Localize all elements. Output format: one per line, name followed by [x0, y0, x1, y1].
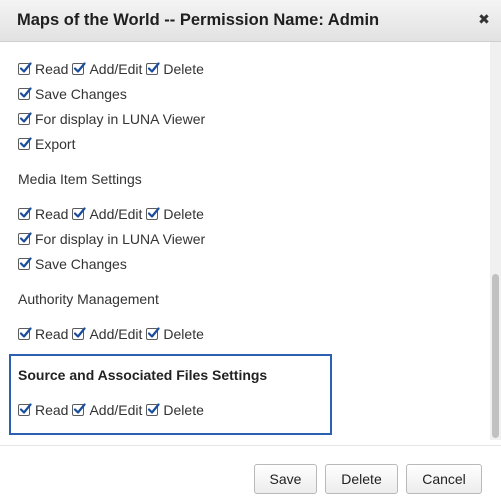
authority-add-edit-label: Add/Edit — [89, 326, 143, 342]
media-save-changes-option[interactable]: Save Changes — [18, 254, 127, 274]
source-read-label: Read — [35, 402, 69, 418]
authority-checkbox-row: Read Add/Edit Delete — [18, 324, 208, 344]
luna-viewer-checkbox[interactable] — [18, 112, 32, 125]
media-delete-option[interactable]: Delete — [146, 206, 204, 222]
source-read-option[interactable]: Read — [18, 402, 68, 418]
save-button[interactable]: Save — [254, 464, 317, 494]
delete-checkbox[interactable] — [146, 62, 161, 75]
delete-option[interactable]: Delete — [146, 61, 204, 77]
permissions-content: Read Add/Edit Delete Save Changes For di… — [0, 42, 490, 440]
media-read-option[interactable]: Read — [18, 206, 68, 222]
source-add-edit-label: Add/Edit — [89, 402, 143, 418]
authority-management-heading: Authority Management — [18, 291, 159, 307]
check-icon — [19, 137, 32, 148]
save-changes-option[interactable]: Save Changes — [18, 84, 127, 104]
authority-add-edit-option[interactable]: Add/Edit — [72, 326, 142, 342]
luna-viewer-label: For display in LUNA Viewer — [35, 111, 206, 127]
source-read-checkbox[interactable] — [18, 403, 32, 416]
read-checkbox[interactable] — [18, 62, 32, 75]
authority-read-checkbox[interactable] — [18, 327, 32, 340]
dialog-titlebar: Maps of the World -- Permission Name: Ad… — [0, 0, 501, 42]
add-edit-option[interactable]: Add/Edit — [72, 61, 142, 77]
add-edit-checkbox[interactable] — [72, 62, 87, 75]
luna-viewer-option[interactable]: For display in LUNA Viewer — [18, 109, 205, 129]
media-read-label: Read — [35, 206, 69, 222]
check-icon — [19, 257, 32, 268]
save-changes-label: Save Changes — [35, 86, 127, 102]
check-icon — [148, 62, 161, 73]
export-label: Export — [35, 136, 76, 152]
close-icon[interactable]: ✖ — [477, 12, 491, 28]
authority-read-option[interactable]: Read — [18, 326, 68, 342]
delete-label: Delete — [163, 61, 204, 77]
authority-read-label: Read — [35, 326, 69, 342]
dialog-title: Maps of the World -- Permission Name: Ad… — [17, 11, 380, 29]
vertical-scrollbar[interactable] — [490, 42, 501, 440]
source-delete-checkbox[interactable] — [146, 403, 161, 416]
scrollbar-thumb[interactable] — [492, 274, 499, 438]
authority-add-edit-checkbox[interactable] — [72, 327, 87, 340]
media-luna-viewer-label: For display in LUNA Viewer — [35, 231, 206, 247]
check-icon — [148, 207, 161, 218]
source-checkbox-row: Read Add/Edit Delete — [18, 400, 208, 420]
check-icon — [19, 403, 32, 414]
cancel-button[interactable]: Cancel — [406, 464, 482, 494]
media-save-changes-checkbox[interactable] — [18, 257, 32, 270]
read-option[interactable]: Read — [18, 61, 68, 77]
authority-delete-checkbox[interactable] — [146, 327, 161, 340]
delete-button[interactable]: Delete — [325, 464, 398, 494]
check-icon — [74, 327, 87, 338]
authority-delete-option[interactable]: Delete — [146, 326, 204, 342]
check-icon — [74, 403, 87, 414]
save-changes-checkbox[interactable] — [18, 87, 32, 100]
export-option[interactable]: Export — [18, 134, 75, 154]
source-add-edit-option[interactable]: Add/Edit — [72, 402, 142, 418]
media-delete-checkbox[interactable] — [146, 207, 161, 220]
media-checkbox-row: Read Add/Edit Delete — [18, 204, 208, 224]
footer-divider — [0, 445, 501, 446]
permission-dialog: Maps of the World -- Permission Name: Ad… — [0, 0, 501, 501]
check-icon — [148, 403, 161, 414]
media-delete-label: Delete — [163, 206, 204, 222]
media-read-checkbox[interactable] — [18, 207, 32, 220]
source-delete-option[interactable]: Delete — [146, 402, 204, 418]
check-icon — [148, 327, 161, 338]
media-luna-viewer-option[interactable]: For display in LUNA Viewer — [18, 229, 205, 249]
check-icon — [74, 207, 87, 218]
source-add-edit-checkbox[interactable] — [72, 403, 87, 416]
authority-delete-label: Delete — [163, 326, 204, 342]
check-icon — [19, 207, 32, 218]
media-add-edit-option[interactable]: Add/Edit — [72, 206, 142, 222]
add-edit-label: Add/Edit — [89, 61, 143, 77]
check-icon — [19, 232, 32, 243]
source-delete-label: Delete — [163, 402, 204, 418]
media-add-edit-label: Add/Edit — [89, 206, 143, 222]
checkbox-row-read-addedit-delete: Read Add/Edit Delete — [18, 59, 208, 79]
check-icon — [19, 62, 32, 73]
media-luna-viewer-checkbox[interactable] — [18, 232, 32, 245]
check-icon — [19, 327, 32, 338]
media-save-changes-label: Save Changes — [35, 256, 127, 272]
export-checkbox[interactable] — [18, 137, 32, 150]
media-add-edit-checkbox[interactable] — [72, 207, 87, 220]
check-icon — [74, 62, 87, 73]
check-icon — [19, 87, 32, 98]
source-files-heading: Source and Associated Files Settings — [18, 367, 268, 383]
read-label: Read — [35, 61, 69, 77]
media-item-settings-heading: Media Item Settings — [18, 171, 142, 187]
check-icon — [19, 112, 32, 123]
